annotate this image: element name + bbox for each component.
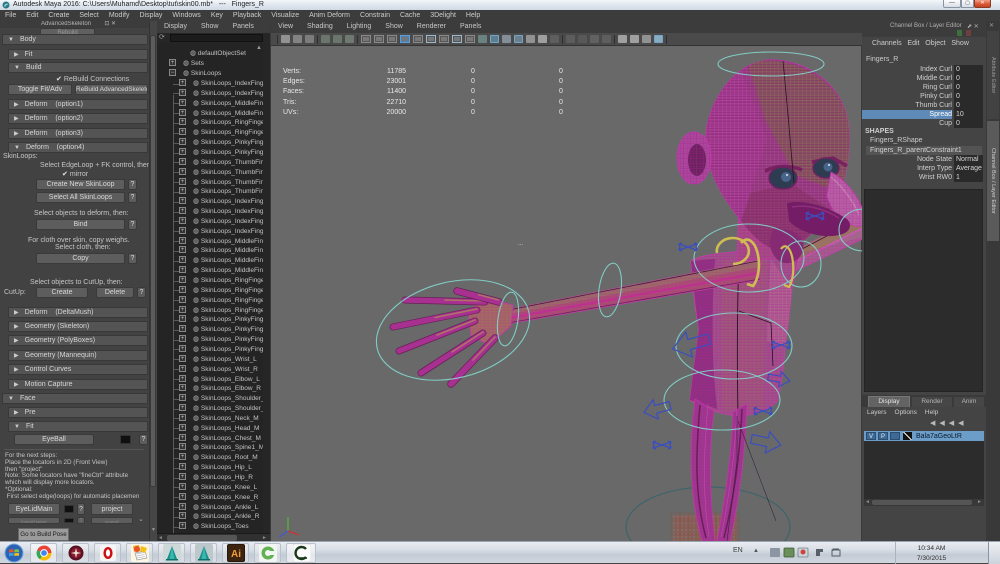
- svg-text:...: ...: [518, 241, 523, 247]
- svg-text:Ai: Ai: [231, 549, 241, 560]
